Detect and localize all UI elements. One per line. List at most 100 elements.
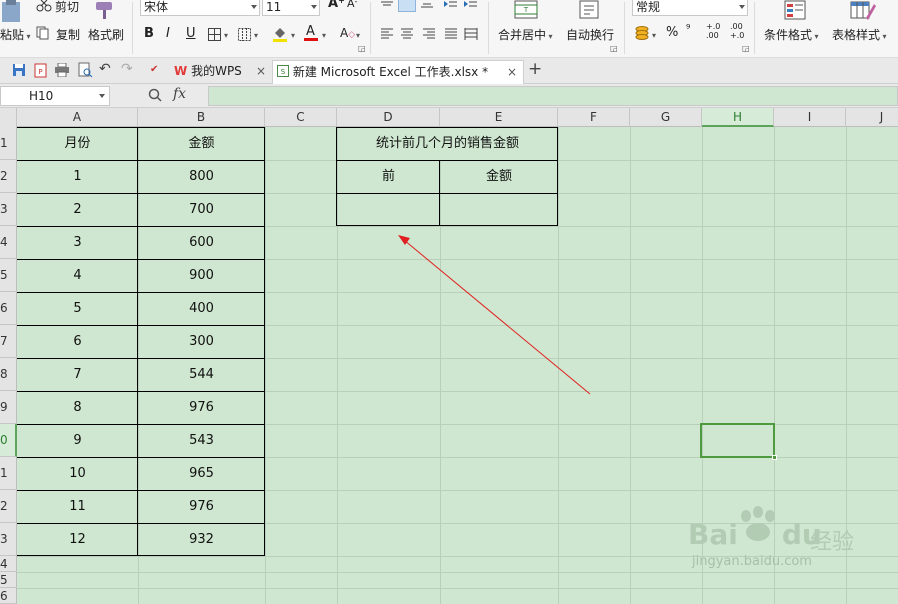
conditional-format-icon[interactable] <box>784 0 808 22</box>
row-header[interactable]: 8 <box>0 358 17 391</box>
row-header[interactable]: 7 <box>0 325 17 358</box>
close-tab-icon[interactable]: × <box>256 60 266 82</box>
row-header[interactable]: 9 <box>0 391 17 424</box>
stats-input-amount[interactable] <box>440 193 558 226</box>
amount-cell[interactable]: 400 <box>138 292 265 325</box>
paste-button[interactable]: 粘贴 ▾ <box>0 26 31 43</box>
quick-access-customize-icon[interactable]: ✔ <box>150 64 158 75</box>
wrap-text-button[interactable]: 自动换行 <box>566 26 614 43</box>
column-header-j[interactable]: J <box>846 108 898 127</box>
font-color-icon[interactable]: A <box>303 24 319 42</box>
row-header[interactable]: 4 <box>0 556 17 572</box>
row-header[interactable]: 5 <box>0 572 17 588</box>
cut-button[interactable]: 剪切 <box>55 0 79 15</box>
align-center-icon[interactable] <box>400 28 414 40</box>
row-header[interactable]: 3 <box>0 193 17 226</box>
align-top-icon[interactable] <box>380 0 394 10</box>
clear-format-icon[interactable]: A◇ <box>340 26 355 40</box>
column-header-e[interactable]: E <box>440 108 558 127</box>
indent-decrease-icon[interactable] <box>444 0 458 10</box>
comma-style-button[interactable]: ⁹ <box>686 22 690 35</box>
conditional-format-button[interactable]: 条件格式 ▾ <box>764 26 819 43</box>
month-cell[interactable]: 11 <box>17 490 138 523</box>
table-style-icon[interactable] <box>850 0 876 22</box>
stats-input-first[interactable] <box>337 193 440 226</box>
close-tab-icon[interactable]: × <box>507 61 517 83</box>
column-header-g[interactable]: G <box>630 108 702 127</box>
justify-icon[interactable] <box>444 28 458 40</box>
column-header-f[interactable]: F <box>558 108 630 127</box>
column-header-i[interactable]: I <box>774 108 846 127</box>
column-header-a[interactable]: A <box>17 108 138 127</box>
row-header[interactable]: 2 <box>0 490 17 523</box>
redo-icon[interactable]: ↷ <box>121 61 133 77</box>
number-dialog-launcher[interactable]: ◲ <box>742 44 750 53</box>
month-cell[interactable]: 7 <box>17 358 138 391</box>
percent-button[interactable]: % <box>666 25 678 40</box>
amount-cell[interactable]: 976 <box>138 391 265 424</box>
grid-dropdown-icon[interactable]: ▾ <box>254 31 258 40</box>
new-tab-button[interactable]: + <box>528 59 542 79</box>
grow-font-icon[interactable]: A+ <box>328 0 345 11</box>
print-preview-icon[interactable] <box>77 62 93 78</box>
column-header-b[interactable]: B <box>138 108 265 127</box>
amount-cell[interactable]: 932 <box>138 523 265 556</box>
month-cell[interactable]: 6 <box>17 325 138 358</box>
currency-icon[interactable] <box>634 25 650 41</box>
spreadsheet-grid[interactable]: A B C D E F G H I J 1 2 3 4 5 6 7 8 9 0 … <box>0 108 898 604</box>
indent-increase-icon[interactable] <box>464 0 478 10</box>
row-header[interactable]: 1 <box>0 127 17 160</box>
row-header[interactable]: 1 <box>0 457 17 490</box>
underline-icon[interactable]: U <box>186 26 196 41</box>
amount-cell[interactable]: 700 <box>138 193 265 226</box>
wrap-text-icon[interactable] <box>578 0 602 20</box>
print-icon[interactable] <box>54 63 70 77</box>
font-dialog-launcher[interactable]: ◲ <box>358 44 366 53</box>
amount-cell[interactable]: 600 <box>138 226 265 259</box>
zoom-search-icon[interactable] <box>148 88 162 102</box>
format-painter-icon[interactable] <box>94 0 116 20</box>
merge-center-icon[interactable]: T <box>514 0 538 20</box>
italic-icon[interactable]: I <box>166 26 170 41</box>
amount-cell[interactable]: 543 <box>138 424 265 457</box>
stats-header-amount[interactable]: 金额 <box>440 160 558 193</box>
font-name-select[interactable]: 宋体 <box>140 0 260 16</box>
amount-cell[interactable]: 900 <box>138 259 265 292</box>
table-style-button[interactable]: 表格样式 ▾ <box>832 26 887 43</box>
format-painter-button[interactable]: 格式刷 <box>88 26 124 43</box>
amount-cell[interactable]: 976 <box>138 490 265 523</box>
paste-icon[interactable] <box>0 0 24 24</box>
stats-header-first[interactable]: 前 <box>337 160 440 193</box>
month-cell[interactable]: 3 <box>17 226 138 259</box>
copy-button[interactable]: 复制 <box>56 26 80 43</box>
export-pdf-icon[interactable]: P <box>33 62 49 78</box>
month-cell[interactable]: 5 <box>17 292 138 325</box>
amount-cell[interactable]: 300 <box>138 325 265 358</box>
selected-cell-h10[interactable] <box>700 423 777 460</box>
border-icon[interactable] <box>208 28 221 41</box>
column-header-d[interactable]: D <box>337 108 440 127</box>
row-header[interactable]: 6 <box>0 292 17 325</box>
month-cell[interactable]: 1 <box>17 160 138 193</box>
merge-center-button[interactable]: 合并居中 ▾ <box>498 26 553 43</box>
amount-cell[interactable]: 965 <box>138 457 265 490</box>
currency-dropdown-icon[interactable]: ▾ <box>652 31 656 40</box>
header-month[interactable]: 月份 <box>17 127 138 160</box>
align-left-icon[interactable] <box>380 28 394 40</box>
stats-title-cell[interactable]: 统计前几个月的销售金额 <box>337 127 558 160</box>
font-size-select[interactable]: 11 <box>262 0 320 16</box>
column-header-c[interactable]: C <box>265 108 337 127</box>
number-format-select[interactable]: 常规 <box>632 0 748 16</box>
row-header[interactable]: 0 <box>0 424 17 457</box>
row-header[interactable]: 5 <box>0 259 17 292</box>
header-amount[interactable]: 金额 <box>138 127 265 160</box>
month-cell[interactable]: 2 <box>17 193 138 226</box>
save-icon[interactable] <box>12 63 26 77</box>
fill-color-icon[interactable] <box>272 25 288 43</box>
row-header[interactable]: 4 <box>0 226 17 259</box>
tab-my-wps[interactable]: W 我的WPS × <box>170 60 270 84</box>
merge-grid-icon[interactable] <box>238 28 251 41</box>
amount-cell[interactable]: 800 <box>138 160 265 193</box>
undo-icon[interactable]: ↶ <box>99 61 111 77</box>
column-header-h[interactable]: H <box>702 108 774 127</box>
